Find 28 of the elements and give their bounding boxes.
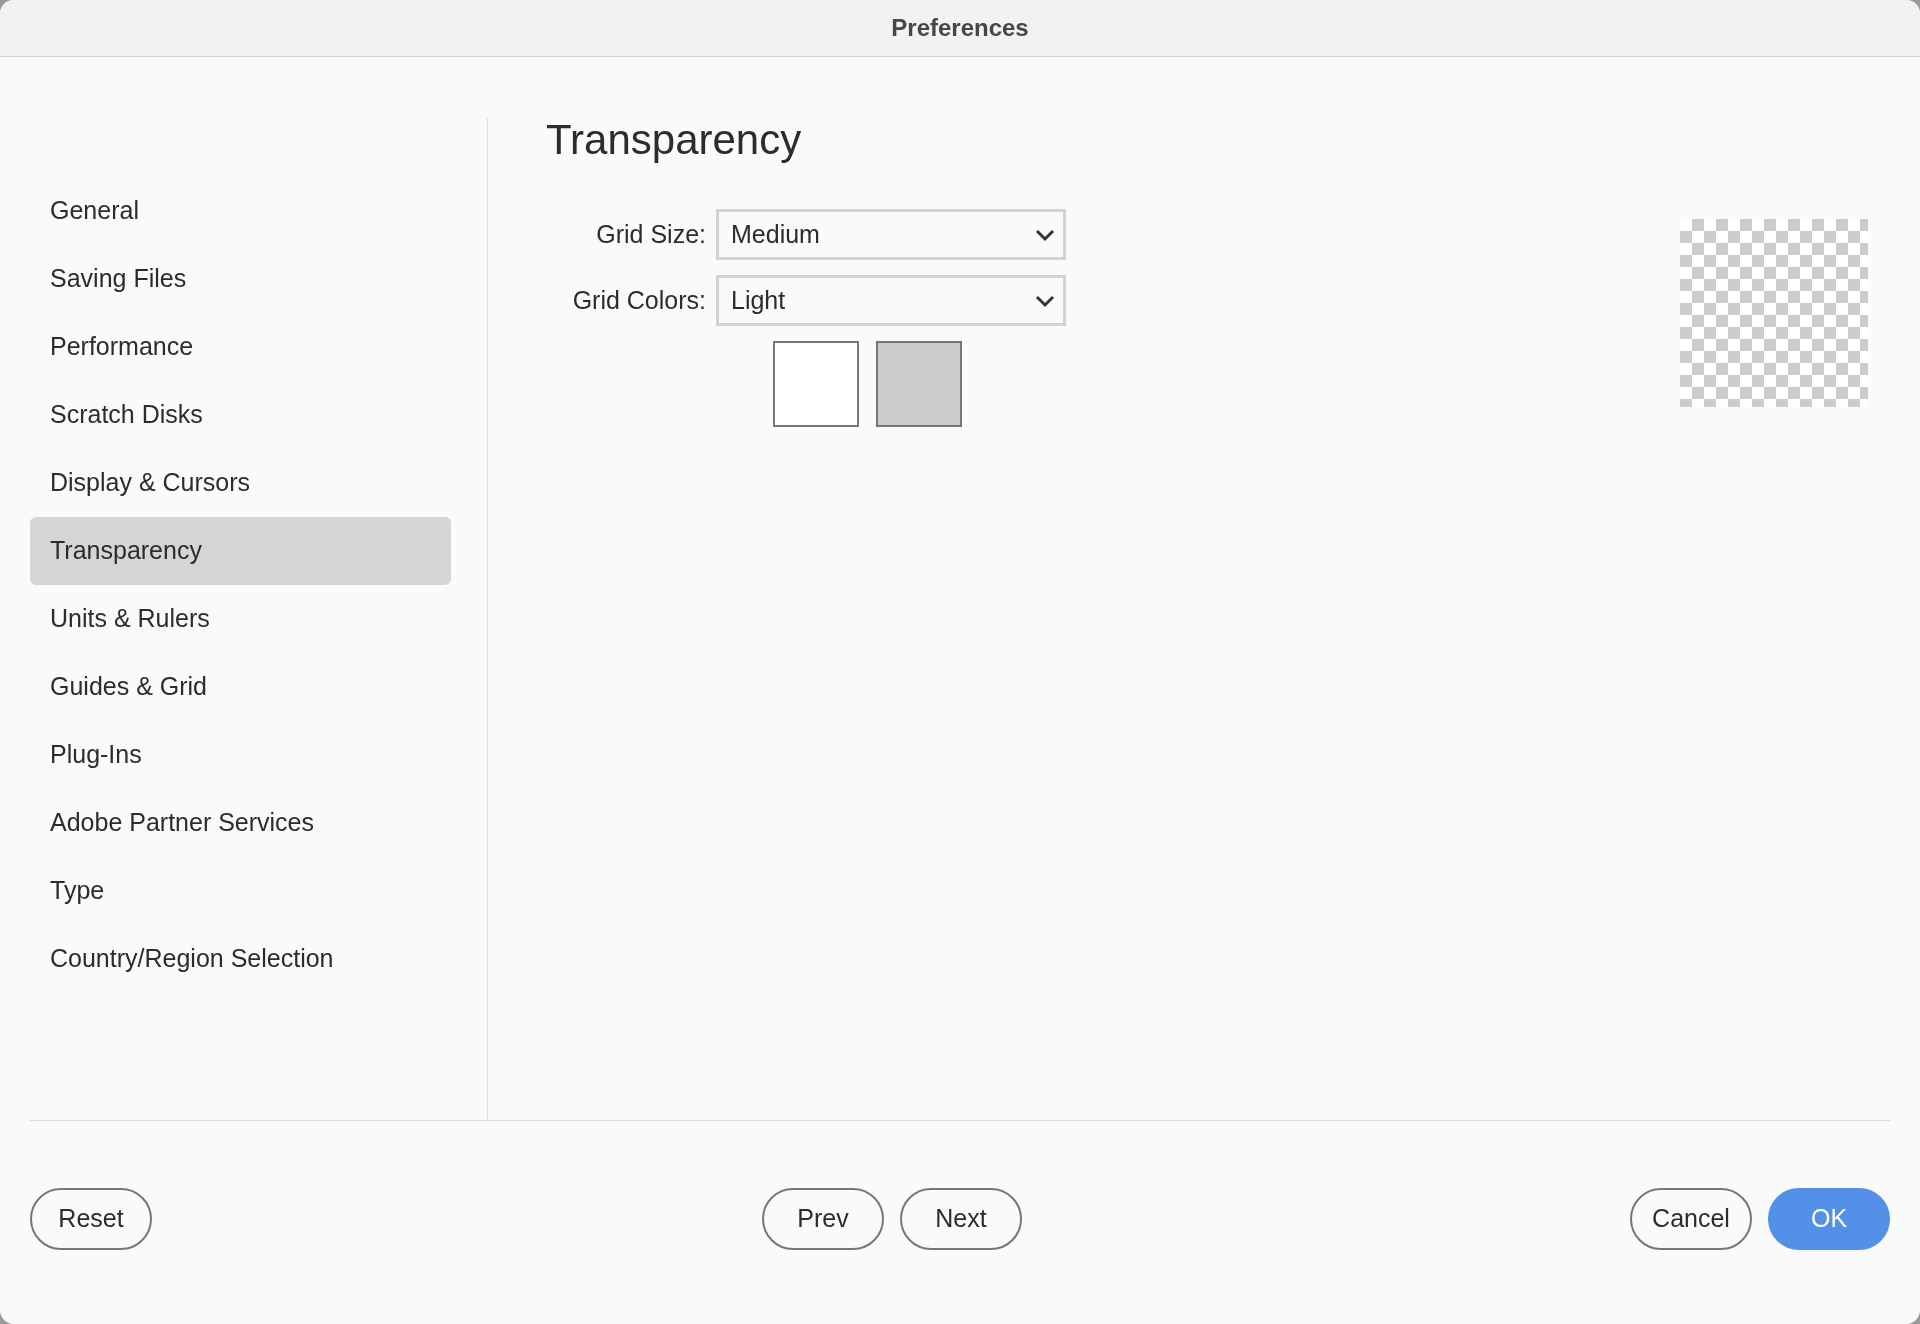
dropdown[interactable]: Light bbox=[716, 275, 1066, 326]
window-title: Preferences bbox=[891, 13, 1029, 43]
button[interactable]: Next bbox=[900, 1188, 1022, 1250]
sidebar-item[interactable]: Type bbox=[30, 857, 451, 925]
sidebar-item[interactable]: Transparency bbox=[30, 517, 451, 585]
sidebar-item[interactable]: Units & Rulers bbox=[30, 585, 451, 653]
field-label: Grid Size: bbox=[595, 218, 706, 250]
sidebar-item[interactable]: Scratch Disks bbox=[30, 381, 451, 449]
sidebar-item[interactable]: General bbox=[30, 177, 451, 245]
sidebar-item[interactable]: Display & Cursors bbox=[30, 449, 451, 517]
dropdown-value: Medium bbox=[731, 218, 820, 250]
panel-title: Transparency bbox=[546, 119, 803, 165]
dropdown[interactable]: Medium bbox=[716, 209, 1066, 260]
sidebar-item[interactable]: Guides & Grid bbox=[30, 653, 451, 721]
sidebar-item[interactable]: Country/Region Selection bbox=[30, 925, 451, 993]
chevron-down-icon bbox=[1035, 293, 1055, 308]
sidebar-item[interactable]: Plug-Ins bbox=[30, 721, 451, 789]
chevron-down-icon bbox=[1035, 227, 1055, 242]
button[interactable]: Reset bbox=[30, 1188, 152, 1250]
dropdown-value: Light bbox=[731, 284, 786, 316]
color-swatch[interactable] bbox=[876, 341, 962, 427]
color-swatch[interactable] bbox=[773, 341, 859, 427]
sidebar-item[interactable]: Performance bbox=[30, 313, 451, 381]
button[interactable]: Prev bbox=[762, 1188, 884, 1250]
field-label: Grid Colors: bbox=[571, 284, 706, 316]
sidebar-item[interactable]: Saving Files bbox=[30, 245, 451, 313]
button[interactable]: Cancel bbox=[1630, 1188, 1752, 1250]
sidebar-item[interactable]: Adobe Partner Services bbox=[30, 789, 451, 857]
